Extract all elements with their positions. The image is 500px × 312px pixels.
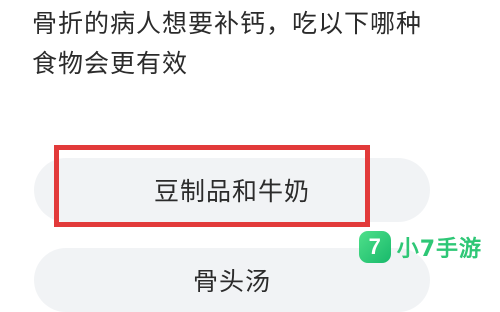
answer-option-1[interactable]: 豆制品和牛奶 (34, 158, 430, 222)
watermark-logo-icon: 7 (358, 231, 391, 263)
watermark: 7 小7手游 (358, 231, 482, 263)
question-text: 骨折的病人想要补钙，吃以下哪种 食物会更有效 (32, 4, 472, 84)
question-line-2: 食物会更有效 (32, 49, 189, 78)
question-line-1: 骨折的病人想要补钙，吃以下哪种 (32, 9, 423, 38)
watermark-text: 小7手游 (396, 237, 482, 262)
